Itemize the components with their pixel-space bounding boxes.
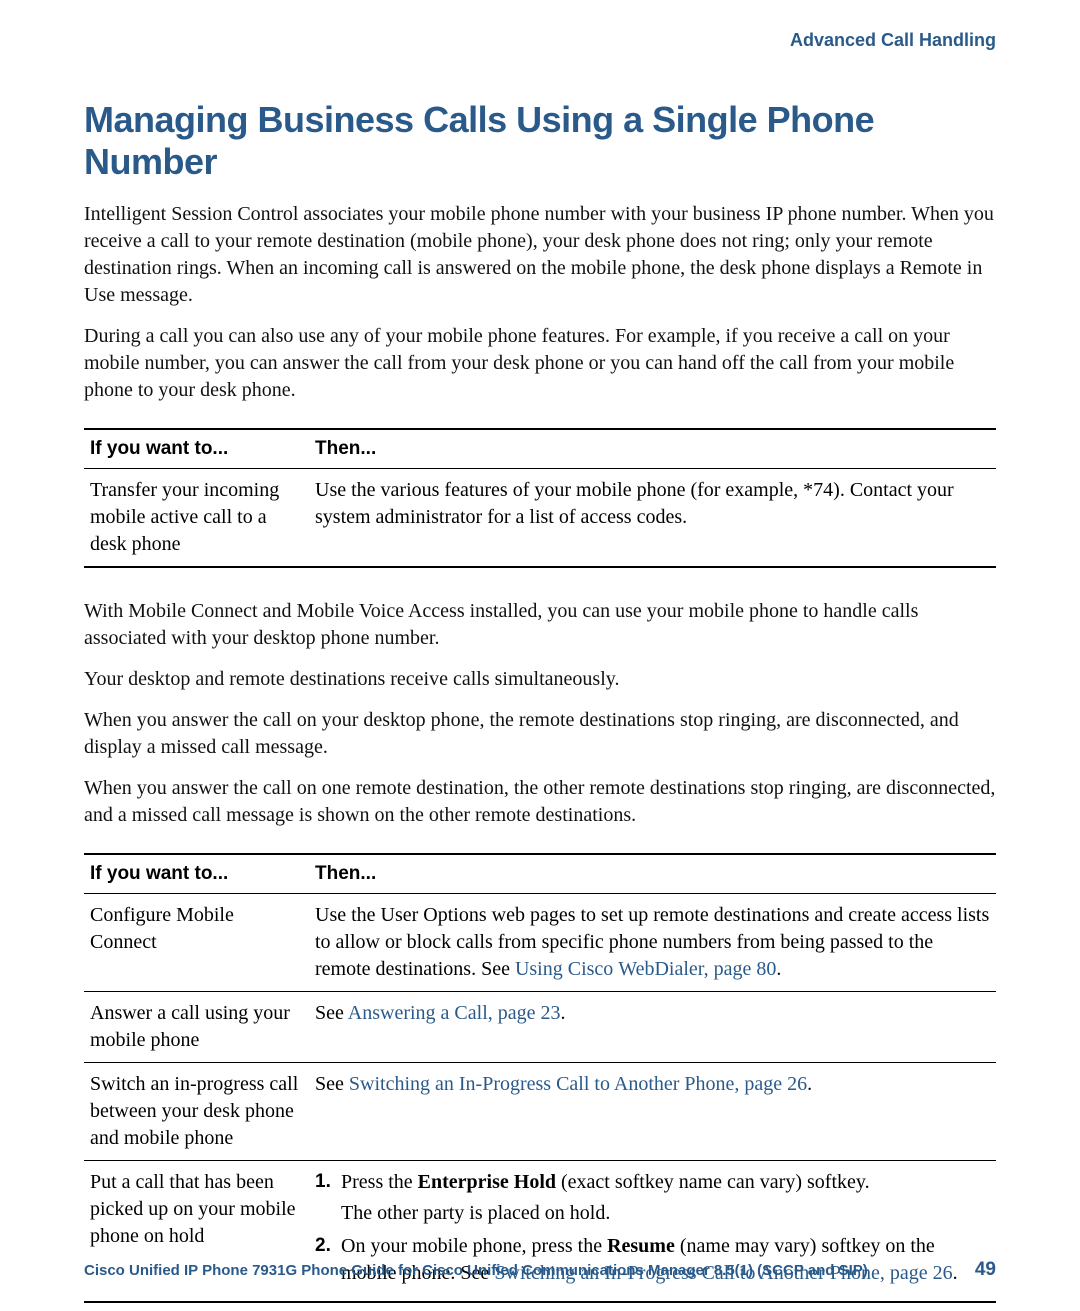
step-subtext: The other party is placed on hold.: [341, 1200, 990, 1227]
text: See: [315, 1002, 348, 1024]
table-header: Then...: [309, 429, 996, 469]
text: Press the: [341, 1171, 418, 1193]
text: .: [776, 958, 781, 980]
table-cell-then: Use the various features of your mobile …: [309, 469, 996, 568]
table-transfer: If you want to... Then... Transfer your …: [84, 428, 996, 568]
text: (exact softkey name can vary) softkey.: [556, 1171, 870, 1193]
text: .: [561, 1002, 566, 1024]
text: .: [807, 1073, 812, 1095]
table-cell-want: Configure Mobile Connect: [84, 894, 309, 992]
paragraph: Your desktop and remote destinations rec…: [84, 666, 996, 693]
table-header: Then...: [309, 854, 996, 894]
paragraph: When you answer the call on one remote d…: [84, 775, 996, 829]
table-cell-want: Switch an in-progress call between your …: [84, 1063, 309, 1161]
table-cell-then: See Answering a Call, page 23.: [309, 992, 996, 1063]
text: On your mobile phone, press the: [341, 1235, 607, 1257]
table-cell-then: Use the User Options web pages to set up…: [309, 894, 996, 992]
footer-title: Cisco Unified IP Phone 7931G Phone Guide…: [84, 1262, 868, 1279]
link-answering-call[interactable]: Answering a Call, page 23: [348, 1002, 561, 1024]
paragraph: When you answer the call on your desktop…: [84, 707, 996, 761]
paragraph: During a call you can also use any of yo…: [84, 323, 996, 404]
link-using-webdialer[interactable]: Using Cisco WebDialer, page 80: [515, 958, 776, 980]
page-footer: Cisco Unified IP Phone 7931G Phone Guide…: [84, 1259, 996, 1281]
table-header: If you want to...: [84, 429, 309, 469]
table-cell-want: Transfer your incoming mobile active cal…: [84, 469, 309, 568]
ordered-step: 1. Press the Enterprise Hold (exact soft…: [315, 1169, 990, 1227]
table-header: If you want to...: [84, 854, 309, 894]
paragraph: With Mobile Connect and Mobile Voice Acc…: [84, 598, 996, 652]
table-row: Answer a call using your mobile phone Se…: [84, 992, 996, 1063]
table-mobile-connect: If you want to... Then... Configure Mobi…: [84, 853, 996, 1303]
table-row: Configure Mobile Connect Use the User Op…: [84, 894, 996, 992]
softkey-name: Enterprise Hold: [418, 1171, 556, 1193]
page-heading: Managing Business Calls Using a Single P…: [84, 99, 996, 183]
link-switching-call[interactable]: Switching an In-Progress Call to Another…: [349, 1073, 807, 1095]
footer-page-number: 49: [975, 1259, 996, 1281]
step-number: 1.: [315, 1169, 341, 1227]
softkey-name: Resume: [607, 1235, 675, 1257]
section-header: Advanced Call Handling: [84, 30, 996, 51]
table-row: Switch an in-progress call between your …: [84, 1063, 996, 1161]
table-cell-then: See Switching an In-Progress Call to Ano…: [309, 1063, 996, 1161]
table-row: Transfer your incoming mobile active cal…: [84, 469, 996, 568]
table-cell-want: Answer a call using your mobile phone: [84, 992, 309, 1063]
text: See: [315, 1073, 349, 1095]
paragraph: Intelligent Session Control associates y…: [84, 201, 996, 309]
